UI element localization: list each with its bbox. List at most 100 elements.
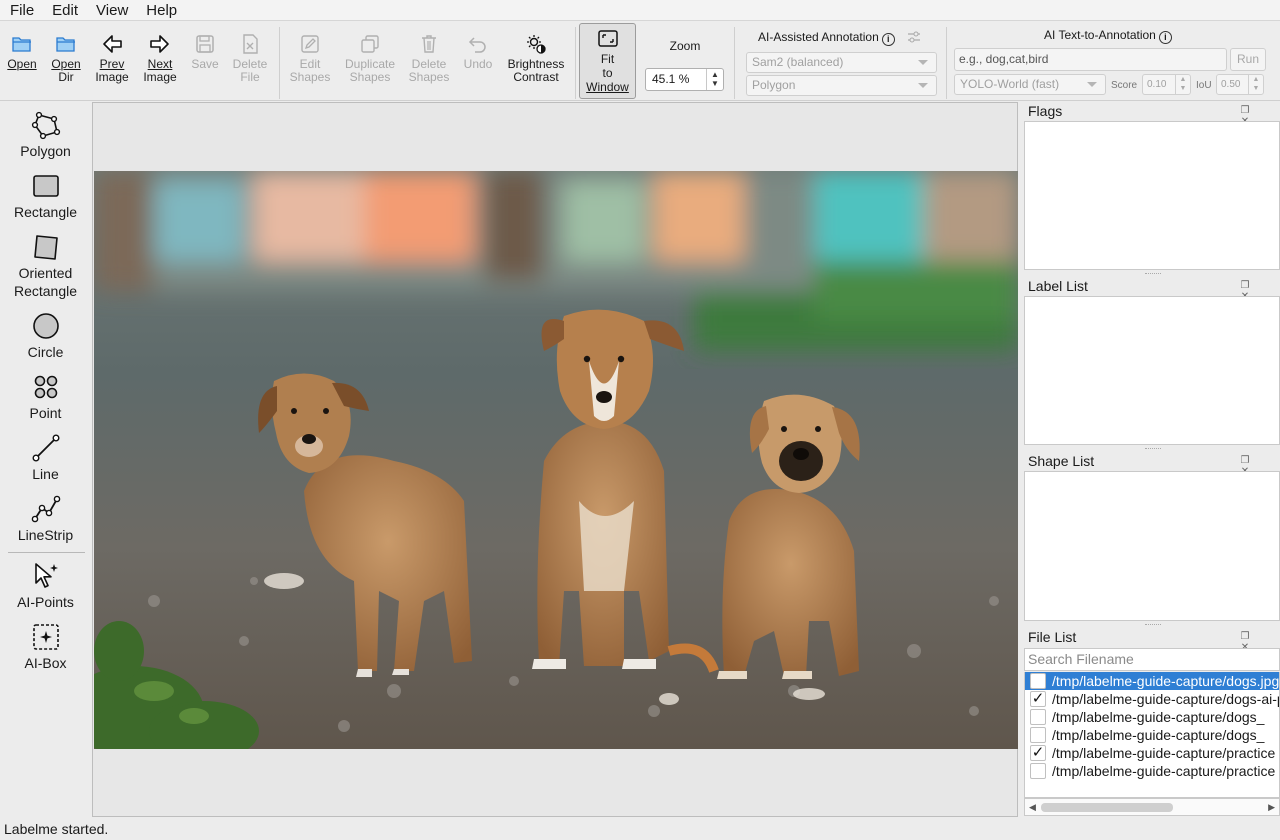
ai-assisted-title-text: AI-Assisted Annotation <box>758 30 879 44</box>
toolbar: Open Open Dir Prev Image Next Image Save… <box>0 21 1280 101</box>
run-button[interactable]: Run <box>1230 48 1266 71</box>
open-dir-button[interactable]: Open Dir <box>48 25 84 84</box>
arrow-right-icon <box>150 35 169 53</box>
file-name: /tmp/labelme-guide-capture/dogs.jpg <box>1052 673 1280 689</box>
line-tool-button[interactable]: Line <box>0 433 91 483</box>
file-list[interactable]: /tmp/labelme-guide-capture/dogs.jpg ✓ /tm… <box>1024 672 1280 798</box>
ai-model-select[interactable]: Sam2 (balanced) <box>746 52 937 73</box>
edit-shapes-label-2: Shapes <box>289 70 331 84</box>
line-tool-label: Line <box>32 466 59 482</box>
file-checkbox[interactable]: ✓ <box>1030 745 1046 761</box>
ai-points-tool-button[interactable]: AI-Points <box>0 561 91 611</box>
float-icon[interactable]: ❐ <box>1238 105 1252 116</box>
sliders-icon[interactable] <box>906 30 922 44</box>
oriented-rectangle-tool-button[interactable]: Oriented Rectangle <box>0 232 91 300</box>
score-spinbox[interactable]: 0.10 ▲ ▼ <box>1142 74 1191 95</box>
circle-tool-button[interactable]: Circle <box>0 311 91 361</box>
rectangle-tool-button[interactable]: Rectangle <box>0 171 91 221</box>
splitter-handle[interactable] <box>1145 624 1161 626</box>
oriented-rectangle-tool-label-1: Oriented <box>18 265 73 281</box>
info-icon[interactable]: i <box>881 33 895 46</box>
oriented-rectangle-icon <box>33 235 58 260</box>
file-checkbox[interactable]: ✓ <box>1030 691 1046 707</box>
save-button[interactable]: Save <box>187 25 223 71</box>
toolbar-separator <box>575 27 576 99</box>
label-list[interactable] <box>1024 296 1280 445</box>
file-row[interactable]: /tmp/labelme-guide-capture/dogs.jpg <box>1025 672 1279 690</box>
zoom-stepper[interactable]: ▲ ▼ <box>706 69 723 90</box>
image-canvas[interactable] <box>92 102 1018 817</box>
file-row[interactable]: ✓ /tmp/labelme-guide-capture/practice <box>1025 744 1279 762</box>
score-value: 0.10 <box>1147 79 1167 90</box>
file-name: /tmp/labelme-guide-capture/practice <box>1052 763 1276 779</box>
linestrip-tool-button[interactable]: LineStrip <box>0 494 91 544</box>
ai-box-tool-button[interactable]: AI-Box <box>0 622 91 672</box>
fit-to-window-button[interactable]: Fit to Window <box>579 23 636 99</box>
delete-file-label-1: Delete <box>232 57 268 71</box>
ai-text-model-value: YOLO-World (fast) <box>960 77 1060 91</box>
file-list-scrollbar[interactable]: ◀ ▶ <box>1024 798 1280 816</box>
file-checkbox[interactable] <box>1030 763 1046 779</box>
brightness-contrast-button[interactable]: Brightness Contrast <box>504 25 568 84</box>
prev-image-button[interactable]: Prev Image <box>91 25 133 84</box>
rectangle-tool-label: Rectangle <box>13 204 78 220</box>
scrollbar-thumb[interactable] <box>1041 803 1173 812</box>
ai-shape-select[interactable]: Polygon <box>746 75 937 96</box>
open-button[interactable]: Open <box>4 25 40 71</box>
file-checkbox[interactable] <box>1030 673 1046 689</box>
edit-shapes-button[interactable]: Edit Shapes <box>287 25 333 84</box>
undo-icon <box>468 37 486 53</box>
undo-button[interactable]: Undo <box>460 25 496 71</box>
menu-view[interactable]: View <box>86 0 136 21</box>
ai-text-prompt-input[interactable]: e.g., dog,cat,bird <box>954 48 1227 71</box>
splitter-handle[interactable] <box>1145 448 1161 450</box>
flags-list[interactable] <box>1024 121 1280 270</box>
splitter-handle[interactable] <box>1145 273 1161 275</box>
edit-shapes-label-1: Edit <box>299 57 321 71</box>
delete-shapes-button[interactable]: Delete Shapes <box>404 25 454 84</box>
menu-file[interactable]: File <box>0 0 42 21</box>
info-icon[interactable]: i <box>1158 31 1172 44</box>
duplicate-shapes-button[interactable]: Duplicate Shapes <box>342 25 398 84</box>
point-tool-button[interactable]: Point <box>0 372 91 422</box>
ai-text-title: AI Text-to-Annotation i <box>1044 28 1172 44</box>
tool-separator <box>8 552 85 553</box>
next-image-button[interactable]: Next Image <box>139 25 181 84</box>
file-row[interactable]: /tmp/labelme-guide-capture/dogs_ <box>1025 708 1279 726</box>
save-label: Save <box>191 57 219 71</box>
polygon-tool-button[interactable]: Polygon <box>0 110 91 160</box>
shape-list[interactable] <box>1024 471 1280 621</box>
delete-file-button[interactable]: Delete File <box>230 25 270 84</box>
menu-help[interactable]: Help <box>136 0 185 21</box>
prev-label-2: Image <box>95 70 129 84</box>
iou-stepper[interactable]: ▲ ▼ <box>1248 75 1263 94</box>
score-stepper[interactable]: ▲ ▼ <box>1175 75 1190 94</box>
brightness-label-2: Contrast <box>513 70 559 84</box>
file-checkbox[interactable] <box>1030 709 1046 725</box>
file-name: /tmp/labelme-guide-capture/dogs-ai-point… <box>1052 691 1279 707</box>
image-photo[interactable] <box>94 171 1018 749</box>
search-placeholder: Search Filename <box>1028 651 1134 667</box>
folder-icon <box>56 37 75 52</box>
tool-palette: Polygon Rectangle Oriented Rectangle Cir… <box>0 102 91 818</box>
iou-spinbox[interactable]: 0.50 ▲ ▼ <box>1216 74 1264 95</box>
float-icon[interactable]: ❐ <box>1238 455 1252 466</box>
file-row[interactable]: /tmp/labelme-guide-capture/practice <box>1025 762 1279 780</box>
file-row[interactable]: ✓ /tmp/labelme-guide-capture/dogs-ai-poin… <box>1025 690 1279 708</box>
ai-text-model-select[interactable]: YOLO-World (fast) <box>954 74 1106 95</box>
polygon-icon <box>31 111 60 140</box>
open-dir-label-2: Dir <box>58 70 74 84</box>
zoom-spinbox[interactable]: 45.1 % ▲ ▼ <box>645 68 724 91</box>
search-filename-input[interactable]: Search Filename <box>1024 648 1280 671</box>
scroll-left-icon[interactable]: ◀ <box>1029 802 1036 813</box>
float-icon[interactable]: ❐ <box>1238 280 1252 291</box>
menu-edit[interactable]: Edit <box>42 0 86 21</box>
fit-label-2: to <box>602 66 613 80</box>
file-checkbox[interactable] <box>1030 727 1046 743</box>
floppy-icon <box>196 35 214 53</box>
oriented-rectangle-tool-label-2: Rectangle <box>13 283 78 299</box>
file-row[interactable]: /tmp/labelme-guide-capture/dogs_ <box>1025 726 1279 744</box>
scroll-right-icon[interactable]: ▶ <box>1268 802 1275 813</box>
float-icon[interactable]: ❐ <box>1238 631 1252 642</box>
arrow-left-icon <box>103 35 122 53</box>
